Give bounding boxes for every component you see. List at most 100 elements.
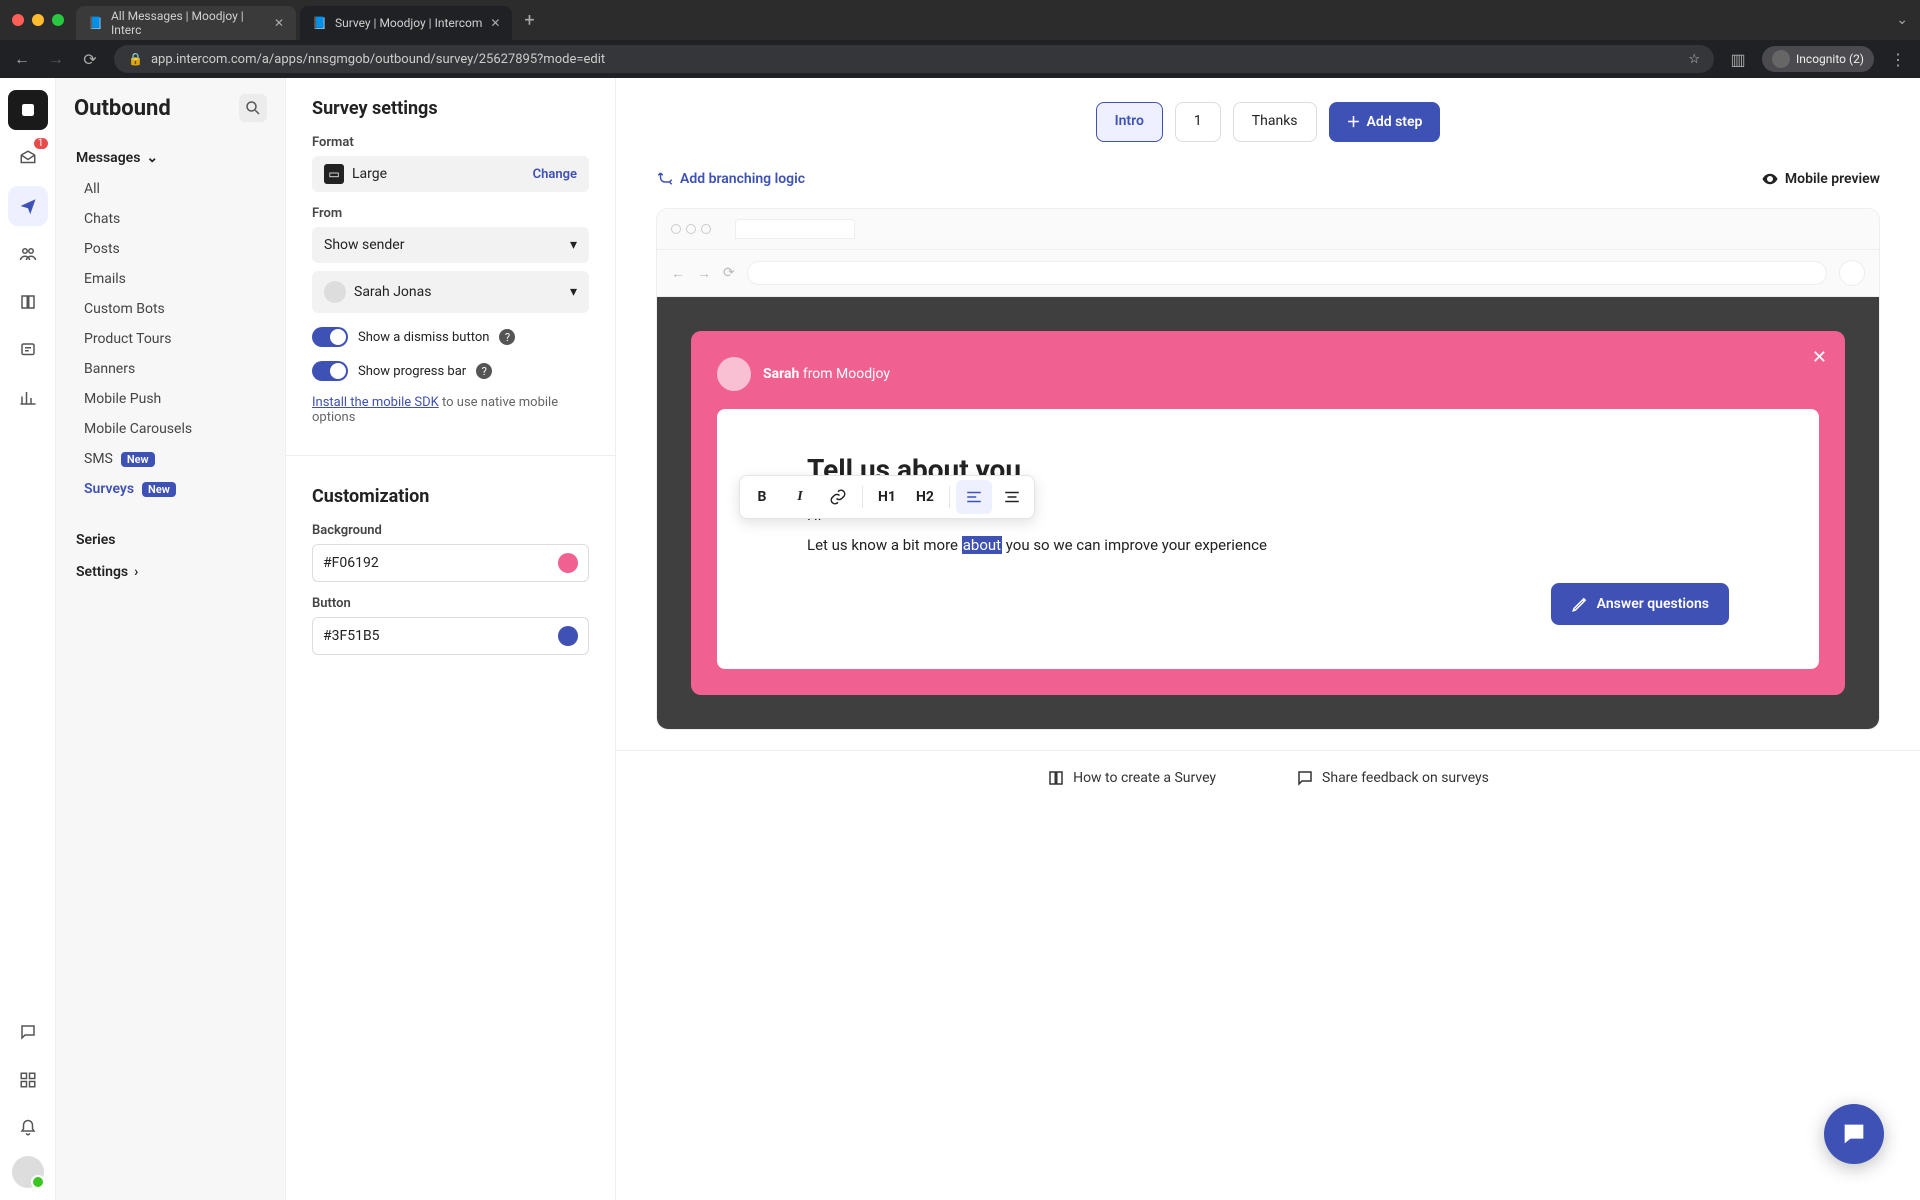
dismiss-toggle[interactable] bbox=[312, 327, 348, 347]
chevron-down-icon: ▾ bbox=[570, 237, 577, 253]
brand-logo[interactable] bbox=[8, 90, 48, 130]
contacts-nav[interactable] bbox=[8, 234, 48, 274]
format-value: Large bbox=[352, 166, 387, 182]
survey-text[interactable]: Let us know a bit more about you so we c… bbox=[807, 534, 1729, 557]
operator-nav[interactable] bbox=[8, 330, 48, 370]
nav-mobile-carousels[interactable]: Mobile Carousels bbox=[66, 414, 275, 444]
nav-product-tours[interactable]: Product Tours bbox=[66, 324, 275, 354]
browser-tab-active[interactable]: 📘 Survey | Moodjoy | Intercom ✕ bbox=[300, 6, 512, 40]
nav-mobile-push[interactable]: Mobile Push bbox=[66, 384, 275, 414]
back-icon[interactable]: ← bbox=[12, 49, 32, 69]
nav-label: Mobile Push bbox=[84, 391, 161, 407]
color-swatch[interactable] bbox=[558, 626, 578, 646]
outbound-nav[interactable] bbox=[8, 186, 48, 226]
extensions-icon[interactable]: ▥ bbox=[1728, 50, 1748, 69]
help-icon[interactable]: ? bbox=[499, 329, 515, 345]
separator bbox=[949, 486, 950, 508]
progress-toggle[interactable] bbox=[312, 361, 348, 381]
reload-icon: ⟳ bbox=[723, 265, 735, 281]
help-icon[interactable]: ? bbox=[476, 363, 492, 379]
italic-label: I bbox=[797, 489, 802, 505]
color-swatch[interactable] bbox=[558, 553, 578, 573]
nav-posts[interactable]: Posts bbox=[66, 234, 275, 264]
search-button[interactable] bbox=[239, 94, 267, 122]
reports-nav[interactable] bbox=[8, 378, 48, 418]
close-survey-icon[interactable]: ✕ bbox=[1812, 347, 1827, 368]
forward-icon[interactable]: → bbox=[46, 49, 66, 69]
maximize-window-icon[interactable] bbox=[52, 14, 64, 26]
add-branching-link[interactable]: Add branching logic bbox=[656, 170, 805, 188]
intercom-launcher[interactable] bbox=[1824, 1104, 1884, 1164]
incognito-indicator[interactable]: Incognito (2) bbox=[1762, 46, 1874, 72]
lock-icon: 🔒 bbox=[128, 52, 143, 66]
show-sender-select[interactable]: Show sender ▾ bbox=[312, 227, 589, 263]
share-feedback-link[interactable]: Share feedback on surveys bbox=[1296, 769, 1489, 787]
mobile-preview-link[interactable]: Mobile preview bbox=[1761, 170, 1880, 188]
articles-nav[interactable] bbox=[8, 282, 48, 322]
answer-questions-button[interactable]: Answer questions bbox=[1551, 583, 1729, 625]
nav-label: Product Tours bbox=[84, 331, 172, 347]
user-avatar[interactable] bbox=[12, 1156, 44, 1188]
how-to-link[interactable]: How to create a Survey bbox=[1047, 769, 1216, 787]
inbox-nav[interactable]: 1 bbox=[8, 138, 48, 178]
nav-sms[interactable]: SMS New bbox=[66, 444, 275, 474]
divider bbox=[286, 455, 615, 456]
step-intro[interactable]: Intro bbox=[1096, 102, 1163, 142]
kebab-menu-icon[interactable]: ⋮ bbox=[1888, 50, 1908, 69]
close-window-icon[interactable] bbox=[12, 14, 24, 26]
window-controls[interactable] bbox=[12, 14, 64, 26]
nav-settings[interactable]: Settings › bbox=[66, 556, 275, 588]
format-icon: ▭ bbox=[324, 164, 344, 184]
step-1[interactable]: 1 bbox=[1175, 102, 1221, 142]
expand-tabs-icon[interactable]: ⌄ bbox=[1896, 12, 1908, 28]
sender-select[interactable]: Sarah Jonas ▾ bbox=[312, 271, 589, 313]
bold-button[interactable]: B bbox=[744, 480, 780, 514]
reload-icon[interactable]: ⟳ bbox=[80, 50, 100, 69]
italic-button[interactable]: I bbox=[782, 480, 818, 514]
install-sdk-link[interactable]: Install the mobile SDK bbox=[312, 395, 439, 410]
browser-address-bar: ← → ⟳ 🔒 app.intercom.com/a/apps/nnsgmgob… bbox=[0, 40, 1920, 78]
nav-emails[interactable]: Emails bbox=[66, 264, 275, 294]
url-input[interactable]: 🔒 app.intercom.com/a/apps/nnsgmgob/outbo… bbox=[114, 45, 1714, 73]
nav-label: Series bbox=[76, 532, 115, 548]
align-left-button[interactable] bbox=[956, 480, 992, 514]
main-content: Survey settings Format ▭ Large Change Fr… bbox=[286, 78, 1920, 1200]
messenger-nav[interactable] bbox=[8, 1012, 48, 1052]
browser-tab-inactive[interactable]: 📘 All Messages | Moodjoy | Interc ✕ bbox=[76, 6, 296, 40]
new-tab-button[interactable]: + bbox=[524, 10, 534, 31]
minimize-window-icon[interactable] bbox=[32, 14, 44, 26]
messages-section-toggle[interactable]: Messages ⌄ bbox=[66, 142, 275, 174]
nav-all[interactable]: All bbox=[66, 174, 275, 204]
button-color-input[interactable]: #3F51B5 bbox=[312, 617, 589, 655]
step-label: 1 bbox=[1194, 113, 1202, 129]
format-label: Format bbox=[312, 135, 589, 150]
preview-label: Mobile preview bbox=[1785, 171, 1880, 187]
h2-button[interactable]: H2 bbox=[907, 480, 943, 514]
link-button[interactable] bbox=[820, 480, 856, 514]
apps-nav[interactable] bbox=[8, 1060, 48, 1100]
fake-dot-icon bbox=[671, 224, 681, 234]
settings-panel: Survey settings Format ▭ Large Change Fr… bbox=[286, 78, 616, 1200]
background-color-input[interactable]: #F06192 bbox=[312, 544, 589, 582]
step-thanks[interactable]: Thanks bbox=[1233, 102, 1317, 142]
select-value: Show sender bbox=[324, 237, 404, 253]
h1-button[interactable]: H1 bbox=[869, 480, 905, 514]
bookmark-icon[interactable]: ☆ bbox=[1688, 52, 1700, 67]
close-tab-icon[interactable]: ✕ bbox=[490, 16, 500, 30]
change-format-link[interactable]: Change bbox=[533, 167, 577, 182]
fake-dot-icon bbox=[686, 224, 696, 234]
nav-surveys[interactable]: Surveys New bbox=[66, 474, 275, 504]
survey-body[interactable]: B I H1 H2 bbox=[717, 409, 1819, 669]
add-step-button[interactable]: ＋ Add step bbox=[1329, 102, 1441, 142]
nav-custom-bots[interactable]: Custom Bots bbox=[66, 294, 275, 324]
nav-banners[interactable]: Banners bbox=[66, 354, 275, 384]
survey-card: ✕ Sarah from Moodjoy B I bbox=[691, 331, 1845, 695]
nav-series[interactable]: Series bbox=[66, 524, 275, 556]
customization-heading: Customization bbox=[312, 486, 589, 507]
close-tab-icon[interactable]: ✕ bbox=[274, 16, 284, 30]
chevron-right-icon: › bbox=[134, 564, 138, 580]
nav-chats[interactable]: Chats bbox=[66, 204, 275, 234]
notifications-nav[interactable] bbox=[8, 1108, 48, 1148]
align-center-button[interactable] bbox=[994, 480, 1030, 514]
fake-url-bar bbox=[747, 261, 1827, 285]
